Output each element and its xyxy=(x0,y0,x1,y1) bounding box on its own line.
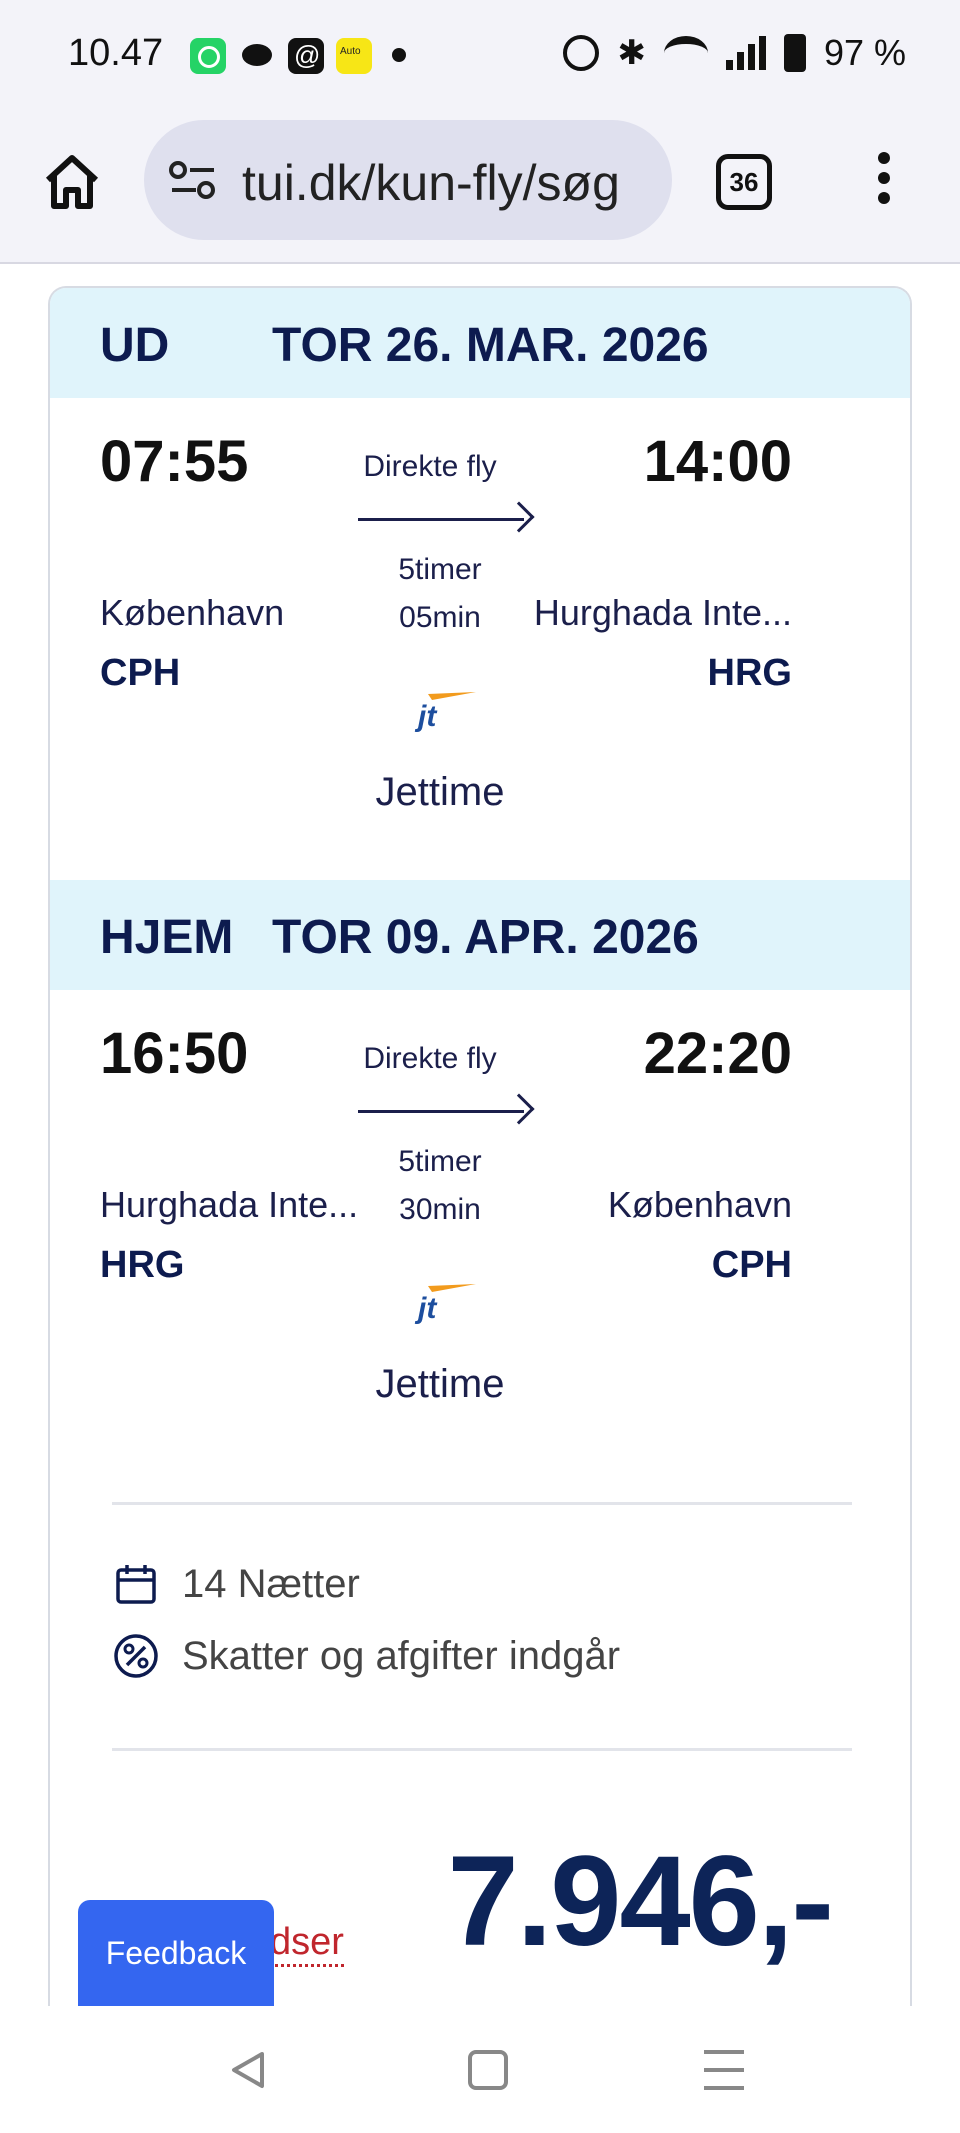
nights-row: 14 Nætter xyxy=(112,1556,360,1612)
divider xyxy=(112,1748,852,1751)
threads-icon xyxy=(288,38,324,74)
svg-text:jt: jt xyxy=(414,700,438,733)
taxes-text: Skatter og afgifter indgår xyxy=(182,1633,621,1678)
svg-text:jt: jt xyxy=(414,1292,438,1325)
outbound-airline: Jettime xyxy=(375,770,505,814)
inbound-duration: 5timer 30min xyxy=(398,1145,482,1226)
inbound-flight-type: Direkte fly xyxy=(363,1042,497,1075)
outbound-label: UD xyxy=(100,319,170,372)
status-icons: ✱ 97 % xyxy=(563,32,906,74)
jettime-logo-icon: jt xyxy=(410,682,480,734)
more-notifications-dot-icon xyxy=(392,48,406,62)
outbound-departure-code: CPH xyxy=(100,652,181,694)
price-details-link[interactable]: dser xyxy=(270,1920,344,1967)
autoscout24-icon xyxy=(336,38,372,74)
home-nav-icon[interactable] xyxy=(468,2050,508,2090)
itinerary-card: UD TOR 26. MAR. 2026 07:55 Direkte fly 1… xyxy=(48,286,912,2006)
wifi-icon xyxy=(663,36,708,70)
outbound-arrival-time: 14:00 xyxy=(643,429,792,494)
home-icon[interactable] xyxy=(40,150,104,214)
whatsapp-icon xyxy=(190,38,226,74)
inbound-label: HJEM xyxy=(100,911,234,964)
alarm-icon xyxy=(563,35,600,71)
divider xyxy=(112,1502,852,1505)
inbound-flight: 16:50 Direkte fly 22:20 5timer 30min Hur… xyxy=(50,990,910,1470)
url-text[interactable]: tui.dk/kun-fly/søg xyxy=(242,154,652,212)
calendar-icon xyxy=(116,1565,156,1604)
outbound-header: UD TOR 26. MAR. 2026 xyxy=(50,288,910,398)
taxes-row: Skatter og afgifter indgår xyxy=(112,1628,620,1684)
messages-icon xyxy=(240,38,276,74)
bluetooth-icon: ✱ xyxy=(617,34,646,72)
outbound-departure-time: 07:55 xyxy=(100,429,249,494)
outbound-arrival-city: Hurghada Inte... xyxy=(533,592,792,633)
total-price: 7.946,- xyxy=(447,1830,834,1973)
outbound-departure-city: København xyxy=(100,592,285,633)
outbound-flight: 07:55 Direkte fly 14:00 5timer 05min Køb… xyxy=(50,398,910,878)
inbound-arrival-time: 22:20 xyxy=(643,1021,792,1086)
back-icon[interactable] xyxy=(226,2048,270,2092)
browser-toolbar: tui.dk/kun-fly/søg 36 xyxy=(0,112,960,264)
outbound-arrow-icon xyxy=(358,518,524,521)
inbound-date: TOR 09. APR. 2026 xyxy=(272,911,699,964)
address-bar[interactable]: tui.dk/kun-fly/søg xyxy=(144,120,672,240)
outbound-duration: 5timer 05min xyxy=(398,553,482,634)
inbound-departure-code: HRG xyxy=(100,1244,185,1286)
system-navigation-bar xyxy=(0,2006,960,2133)
inbound-departure-time: 16:50 xyxy=(100,1021,249,1086)
outbound-arrival-code: HRG xyxy=(707,652,792,694)
battery-level: 97 % xyxy=(823,32,906,73)
outbound-flight-type: Direkte fly xyxy=(363,450,497,483)
inbound-departure-city: Hurghada Inte... xyxy=(100,1184,359,1225)
tab-switcher-button[interactable]: 36 xyxy=(716,154,772,210)
battery-icon xyxy=(783,34,806,72)
jettime-logo-icon: jt xyxy=(410,1274,480,1326)
inbound-header: HJEM TOR 09. APR. 2026 xyxy=(50,880,910,990)
percent-icon xyxy=(114,1634,158,1678)
status-bar: 10.47 ✱ 97 % xyxy=(0,0,960,112)
site-settings-icon[interactable] xyxy=(168,160,218,200)
inbound-arrival-city: København xyxy=(607,1184,792,1225)
nights-text: 14 Nætter xyxy=(182,1561,360,1606)
inbound-arrow-icon xyxy=(358,1110,524,1113)
status-time: 10.47 xyxy=(68,32,164,74)
overflow-menu-icon[interactable] xyxy=(872,152,896,212)
inbound-arrival-code: CPH xyxy=(711,1244,792,1286)
inbound-airline: Jettime xyxy=(375,1362,505,1406)
feedback-button[interactable]: Feedback xyxy=(78,1900,274,2006)
signal-icon xyxy=(725,36,766,70)
outbound-date: TOR 26. MAR. 2026 xyxy=(272,319,709,372)
recent-apps-icon[interactable] xyxy=(704,2050,744,2090)
